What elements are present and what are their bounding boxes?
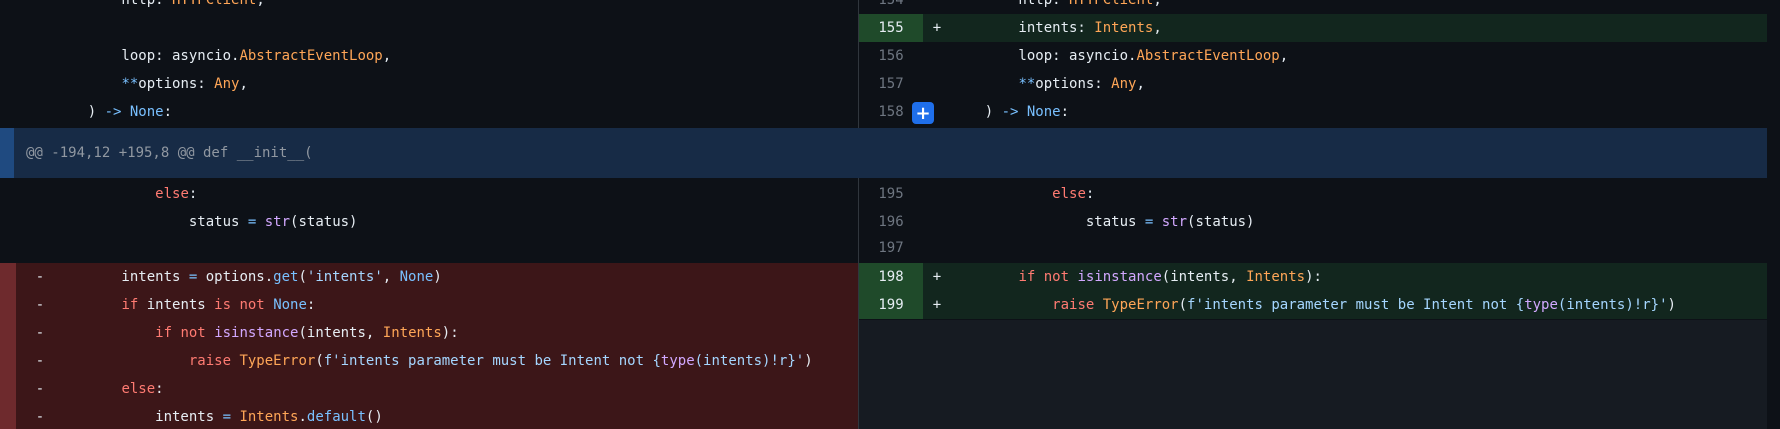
deletion-sign: -: [35, 297, 45, 313]
scrollbar-track[interactable]: [1767, 0, 1780, 429]
code-text: raise TypeError(f'intents parameter must…: [1052, 297, 1676, 313]
line-number[interactable]: 155: [859, 14, 923, 42]
line-number: 158: [878, 104, 904, 120]
old-file-pane: http: HTTPClient, loop: asyncio.Abstract…: [0, 0, 858, 429]
new-file-pane: 154 http: HTTPClient, 155 + intents: Inte…: [859, 0, 1780, 429]
deletion-sign: -: [35, 325, 45, 341]
code-text: http: HTTPClient,: [951, 0, 1162, 8]
code-text: ) -> None:: [54, 104, 173, 120]
deletion-sign: -: [35, 381, 45, 397]
addition-sign: +: [932, 297, 942, 313]
code-text: else:: [155, 186, 198, 202]
deletion-sign: -: [35, 269, 45, 285]
code-text: http: HTTPClient,: [54, 0, 265, 8]
added-line: 198 + if not isinstance(intents, Intents)…: [859, 263, 1780, 291]
code-text: **options: Any,: [1018, 76, 1145, 92]
code-text: else:: [1052, 186, 1095, 202]
code-text: intents = options.get('intents', None): [54, 269, 442, 285]
code-line: ) -> None:: [0, 98, 858, 126]
deletion-sign: -: [35, 353, 45, 369]
line-number[interactable]: 195: [859, 180, 923, 208]
code-line: 195 else:: [859, 180, 1780, 208]
addition-sign: +: [932, 20, 942, 36]
code-text: if not isinstance(intents, Intents):: [1018, 269, 1322, 285]
code-text: loop: asyncio.AbstractEventLoop,: [54, 48, 392, 64]
deleted-line: - intents = options.get('intents', None): [0, 263, 858, 291]
line-number[interactable]: 197: [859, 234, 923, 262]
line-number[interactable]: 198: [859, 263, 923, 291]
line-number[interactable]: 157: [859, 70, 923, 98]
code-line: http: HTTPClient,: [0, 0, 858, 14]
code-line: 158 + ) -> None:: [859, 98, 1780, 126]
code-text: **options: Any,: [121, 76, 248, 92]
code-line: 157 **options: Any,: [859, 70, 1780, 98]
line-number[interactable]: 196: [859, 208, 923, 236]
code-line: else:: [0, 180, 858, 208]
added-line: 155 + intents: Intents,: [859, 14, 1780, 42]
hunk-header-text: @@ -194,12 +195,8 @@ def __init__(: [26, 145, 313, 161]
code-line: status = str(status): [0, 208, 858, 236]
code-text: status = str(status): [951, 214, 1255, 230]
code-line: **options: Any,: [0, 70, 858, 98]
code-line: 196 status = str(status): [859, 208, 1780, 236]
line-number-with-comment[interactable]: 158 +: [859, 98, 934, 126]
deleted-line: - raise TypeError(f'intents parameter mu…: [0, 347, 858, 375]
hunk-header[interactable]: @@ -194,12 +195,8 @@ def __init__(: [0, 128, 1767, 178]
split-diff-view: http: HTTPClient, loop: asyncio.Abstract…: [0, 0, 1780, 429]
code-line: loop: asyncio.AbstractEventLoop,: [0, 42, 858, 70]
added-line: 199 + raise TypeError(f'intents parameter…: [859, 291, 1780, 319]
code-text: else:: [121, 381, 164, 397]
code-text: if intents is not None:: [121, 297, 316, 313]
deleted-line: - else:: [0, 375, 858, 403]
code-text: status = str(status): [54, 214, 358, 230]
line-number[interactable]: 199: [859, 291, 923, 319]
line-number[interactable]: 154: [859, 0, 923, 14]
code-line: 154 http: HTTPClient,: [859, 0, 1780, 14]
code-text: ) -> None:: [951, 104, 1070, 120]
code-text: intents: Intents,: [951, 20, 1162, 36]
code-text: if not isinstance(intents, Intents):: [155, 325, 459, 341]
addition-sign: +: [932, 269, 942, 285]
code-text: raise TypeError(f'intents parameter must…: [188, 353, 813, 369]
deletion-sign: -: [35, 409, 45, 425]
empty-filler: [859, 320, 1780, 429]
deleted-line: - if intents is not None:: [0, 291, 858, 319]
line-number[interactable]: 156: [859, 42, 923, 70]
code-text: intents = Intents.default(): [54, 409, 383, 425]
code-line: 197: [859, 234, 1780, 262]
deleted-line: - intents = Intents.default(): [0, 403, 858, 429]
plus-icon[interactable]: +: [912, 102, 934, 124]
code-text: loop: asyncio.AbstractEventLoop,: [951, 48, 1289, 64]
hunk-expand-bar[interactable]: [0, 128, 14, 178]
code-line: 156 loop: asyncio.AbstractEventLoop,: [859, 42, 1780, 70]
deleted-line: - if not isinstance(intents, Intents):: [0, 319, 858, 347]
